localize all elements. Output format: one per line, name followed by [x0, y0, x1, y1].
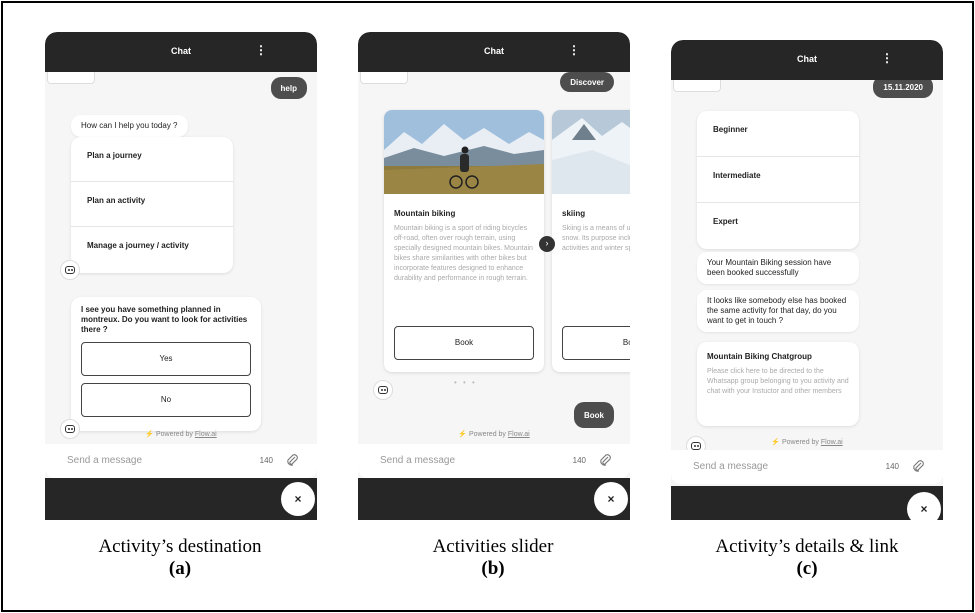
flowai-link[interactable]: Flow.ai	[508, 431, 530, 438]
caption-c: Activity’s details & link (c)	[657, 536, 957, 580]
close-button[interactable]: ×	[907, 492, 941, 520]
attachment-icon[interactable]	[911, 459, 925, 473]
book-button[interactable]: Book	[394, 326, 534, 360]
main-menu-card: Plan a journey Plan an activity Manage a…	[71, 137, 233, 273]
skiing-image	[552, 110, 630, 194]
flowai-link[interactable]: Flow.ai	[821, 439, 843, 446]
caption-text: Activity’s destination	[98, 536, 262, 557]
chat-title: Chat	[171, 46, 191, 56]
menu-manage-activity[interactable]: Manage a journey / activity	[71, 227, 233, 272]
caption-a: Activity’s destination (a)	[30, 536, 330, 580]
tab-stub	[360, 72, 408, 84]
other-booking-message: It looks like somebody else has booked t…	[697, 290, 859, 332]
bolt-icon: ⚡	[458, 431, 468, 438]
char-count: 140	[885, 462, 899, 471]
activity-title: Mountain biking	[394, 209, 456, 218]
bot-greeting: How can I help you today ?	[71, 115, 188, 137]
bot-avatar-icon	[373, 380, 393, 400]
level-expert[interactable]: Expert	[697, 203, 859, 249]
question-card: I see you have something planned in mont…	[71, 297, 261, 431]
chatgroup-description: Please click here to be directed to the …	[707, 368, 849, 395]
bottom-bar	[45, 478, 317, 520]
message-input[interactable]: Send a message	[693, 461, 768, 472]
bottom-bar	[358, 478, 630, 520]
chat-panel-b: Discover Mountain biking Mountain biking…	[358, 32, 630, 520]
activity-card-skiing: skiing Skiing is a means of using skis t…	[552, 110, 630, 372]
close-button[interactable]: ×	[281, 482, 315, 516]
caption-label: (a)	[168, 558, 192, 579]
message-input[interactable]: Send a message	[67, 455, 142, 466]
activity-description: Mountain biking is a sport of riding bic…	[394, 225, 533, 282]
more-menu-icon[interactable]: ⋮	[255, 44, 267, 56]
user-bubble-help: help	[270, 77, 307, 99]
user-bubble-discover: Discover	[560, 72, 614, 92]
bolt-icon: ⚡	[771, 439, 781, 446]
activity-description: Skiing is a means of using skis to glide…	[562, 225, 630, 252]
message-input[interactable]: Send a message	[380, 455, 455, 466]
attachment-icon[interactable]	[285, 453, 299, 467]
activity-title: skiing	[562, 209, 586, 218]
chat-title: Chat	[484, 46, 504, 56]
char-count: 140	[572, 456, 586, 465]
caption-text: Activities slider	[432, 536, 554, 557]
chat-panel-c: 15.11.2020 Beginner Intermediate Expert …	[671, 40, 943, 520]
booking-confirmation: Your Mountain Biking session have been b…	[697, 252, 859, 284]
more-menu-icon[interactable]: ⋮	[568, 44, 580, 56]
bolt-icon: ⚡	[145, 431, 155, 438]
tab-stub	[47, 72, 95, 84]
message-composer: Send a message 140	[358, 444, 630, 478]
question-text: I see you have something planned in mont…	[81, 305, 248, 334]
book-button[interactable]: Book	[562, 326, 630, 360]
chat-header: Chat ⋮	[671, 40, 943, 80]
option-no-button[interactable]: No	[81, 383, 251, 417]
option-yes-button[interactable]: Yes	[81, 342, 251, 376]
powered-by: ⚡ Powered by Flow.ai	[145, 431, 217, 438]
bottom-bar	[671, 486, 943, 520]
more-menu-icon[interactable]: ⋮	[881, 52, 893, 64]
tab-stub	[673, 80, 721, 92]
powered-by: ⚡ Powered by Flow.ai	[458, 431, 530, 438]
message-composer: Send a message 140	[45, 444, 317, 478]
chat-title: Chat	[797, 54, 817, 64]
mountain-biking-image	[384, 110, 544, 194]
chatgroup-title: Mountain Biking Chatgroup	[707, 352, 812, 361]
level-intermediate[interactable]: Intermediate	[697, 157, 859, 203]
slider-next-arrow-icon[interactable]: ›	[539, 236, 555, 252]
user-bubble-book: Book	[574, 402, 614, 428]
chat-header: Chat ⋮	[358, 32, 630, 72]
menu-plan-journey[interactable]: Plan a journey	[71, 137, 233, 182]
caption-label: (c)	[796, 558, 818, 579]
bot-avatar-icon	[60, 260, 80, 280]
caption-text: Activity’s details & link	[715, 536, 899, 557]
close-button[interactable]: ×	[594, 482, 628, 516]
menu-plan-activity[interactable]: Plan an activity	[71, 182, 233, 227]
powered-by: ⚡ Powered by Flow.ai	[771, 439, 843, 446]
chat-header: Chat ⋮	[45, 32, 317, 72]
char-count: 140	[259, 456, 273, 465]
chat-panel-a: help How can I help you today ? Plan a j…	[45, 32, 317, 520]
caption-label: (b)	[481, 558, 505, 579]
attachment-icon[interactable]	[598, 453, 612, 467]
slider-pager: • • •	[454, 378, 477, 387]
caption-b: Activities slider (b)	[343, 536, 643, 580]
chatgroup-card[interactable]: Mountain Biking Chatgroup Please click h…	[697, 342, 859, 426]
activity-card-mountain-biking: Mountain biking Mountain biking is a spo…	[384, 110, 544, 372]
message-composer: Send a message 140	[671, 450, 943, 484]
level-menu-card: Beginner Intermediate Expert	[697, 111, 859, 249]
level-beginner[interactable]: Beginner	[697, 111, 859, 157]
flowai-link[interactable]: Flow.ai	[195, 431, 217, 438]
